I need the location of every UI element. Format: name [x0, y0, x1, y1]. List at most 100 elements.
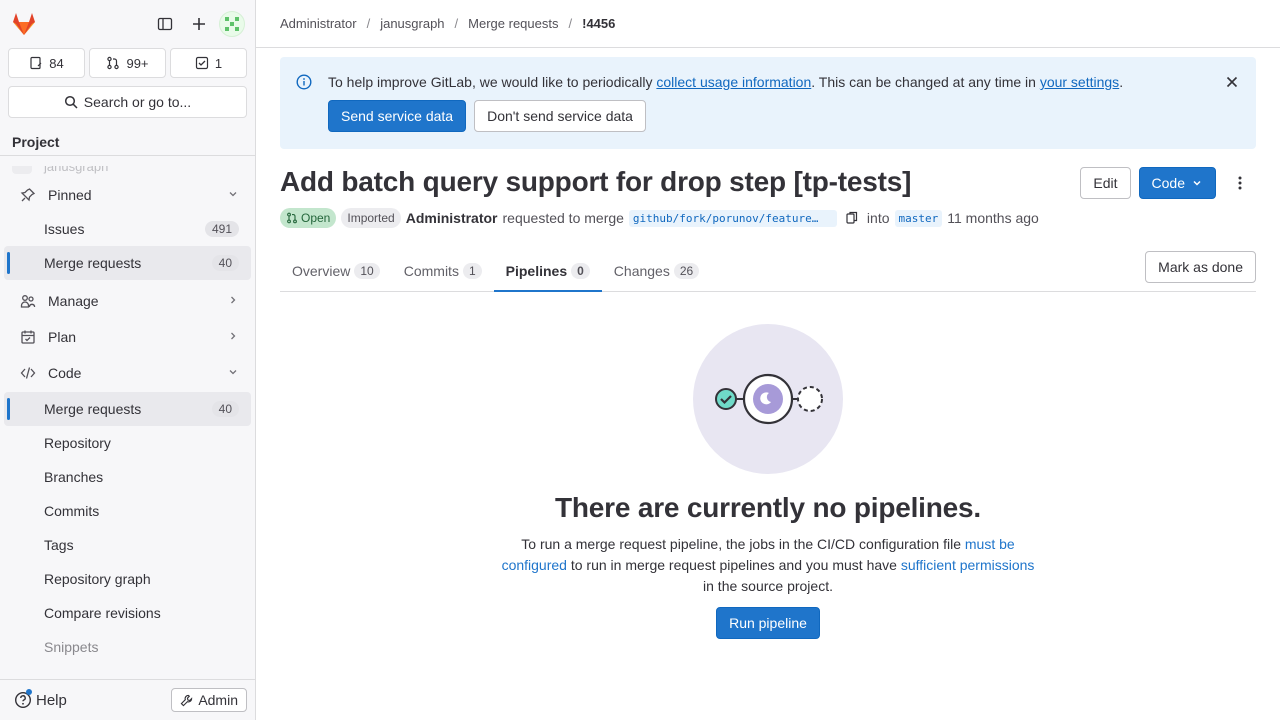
empty-state: There are currently no pipelines. To run… [280, 324, 1256, 639]
help-label: Help [36, 691, 67, 709]
sidebar-item-tags[interactable]: Tags [4, 528, 251, 562]
chevron-down-icon [227, 187, 239, 203]
alert-text: . This can be changed at any time in [811, 74, 1040, 90]
mark-as-done-button[interactable]: Mark as done [1145, 251, 1256, 283]
created-time: 11 months ago [947, 210, 1039, 226]
user-avatar[interactable] [219, 11, 245, 37]
sidebar-item-compare-revisions[interactable]: Compare revisions [4, 596, 251, 630]
collect-usage-link[interactable]: collect usage information [656, 74, 811, 90]
breadcrumb-item-administrator[interactable]: Administrator [280, 16, 357, 31]
status-label: Open [301, 211, 331, 225]
sidebar-item-repository-graph[interactable]: Repository graph [4, 562, 251, 596]
merge-requests-counter-button[interactable]: 99+ [89, 48, 166, 78]
todos-counter-button[interactable]: 1 [170, 48, 247, 78]
chevron-right-icon [227, 293, 239, 309]
alert-text: To help improve GitLab, we would like to… [328, 74, 657, 90]
create-new-icon[interactable] [185, 10, 213, 38]
sidebar-item-merge-requests[interactable]: Merge requests 40 [4, 392, 251, 426]
sufficient-permissions-link[interactable]: sufficient permissions [901, 557, 1035, 573]
code-label: Code [1151, 175, 1185, 191]
sidebar-project-item[interactable]: janusgraph [0, 166, 255, 174]
sidebar-item-pinned[interactable]: Pinned [4, 178, 251, 212]
calendar-icon [20, 329, 36, 345]
target-branch[interactable]: master [894, 209, 943, 227]
merge-requests-count: 99+ [126, 55, 149, 71]
gitlab-logo-icon[interactable] [10, 10, 38, 38]
breadcrumb-item-current[interactable]: !4456 [582, 16, 615, 31]
help-button[interactable]: Help [8, 689, 67, 709]
dont-send-service-data-button[interactable]: Don't send service data [474, 100, 646, 132]
sidebar-item-manage[interactable]: Manage [4, 284, 251, 318]
more-actions-icon[interactable] [1224, 167, 1256, 199]
tab-commits[interactable]: Commits 1 [392, 251, 494, 291]
tab-count: 26 [673, 263, 700, 279]
code-dropdown-button[interactable]: Code [1138, 167, 1216, 199]
copy-branch-icon[interactable] [842, 211, 862, 225]
source-branch[interactable]: github/fork/porunov/feature… [628, 209, 837, 227]
run-pipeline-button[interactable]: Run pipeline [716, 607, 820, 639]
edit-button[interactable]: Edit [1080, 167, 1131, 199]
main-content: Administrator / janusgraph / Merge reque… [256, 0, 1280, 720]
tab-overview[interactable]: Overview 10 [280, 251, 392, 291]
alert-message: To help improve GitLab, we would like to… [328, 72, 1240, 92]
project-avatar [12, 166, 32, 174]
count-badge: 40 [211, 401, 239, 417]
merge-request-icon [107, 56, 120, 70]
info-icon [296, 74, 312, 93]
chevron-right-icon [227, 329, 239, 345]
chevron-down-icon [1193, 180, 1201, 186]
status-badge: Open [280, 208, 337, 228]
sidebar-item-label: Code [48, 365, 82, 381]
sidebar-item-label: Branches [44, 469, 104, 485]
sidebar-item-label: Snippets [44, 639, 99, 655]
sidebar-item-plan[interactable]: Plan [4, 320, 251, 354]
issues-counter-button[interactable]: 84 [8, 48, 85, 78]
sidebar-item-issues[interactable]: Issues 491 [4, 212, 251, 246]
send-service-data-button[interactable]: Send service data [328, 100, 467, 132]
tab-label: Commits [403, 263, 459, 279]
breadcrumb-item-merge-requests[interactable]: Merge requests [468, 16, 558, 31]
author-link[interactable]: Administrator [406, 210, 498, 226]
users-icon [20, 293, 36, 309]
sidebar-nav: janusgraph Pinned Issues 491 Merge reque… [0, 166, 255, 679]
merge-request-open-icon [287, 212, 297, 224]
sidebar-item-code[interactable]: Code [4, 356, 251, 390]
wrench-icon [180, 694, 193, 706]
sidebar-item-branches[interactable]: Branches [4, 460, 251, 494]
count-badge: 491 [204, 221, 239, 237]
sidebar-item-label: Repository graph [44, 571, 151, 587]
search-icon [64, 95, 78, 109]
toggle-sidebar-icon[interactable] [151, 10, 179, 38]
pipeline-illustration-icon [693, 324, 843, 474]
breadcrumb-item-project[interactable]: janusgraph [380, 16, 444, 31]
usage-data-alert: To help improve GitLab, we would like to… [280, 57, 1256, 149]
sidebar-item-label: Manage [48, 293, 99, 309]
your-settings-link[interactable]: your settings [1040, 74, 1119, 90]
notification-dot [26, 689, 32, 695]
chevron-down-icon [227, 365, 239, 381]
count-badge: 40 [211, 255, 239, 271]
sidebar-item-label: Pinned [48, 187, 92, 203]
issues-count: 84 [49, 55, 64, 71]
tab-count: 10 [354, 263, 380, 279]
search-button[interactable]: Search or go to... [8, 86, 247, 118]
sidebar: 84 99+ 1 Search or go to... Project janu… [0, 0, 256, 720]
alert-text: . [1119, 74, 1124, 90]
close-icon[interactable] [1224, 74, 1240, 93]
sidebar-item-repository[interactable]: Repository [4, 426, 251, 460]
sidebar-item-commits[interactable]: Commits [4, 494, 251, 528]
breadcrumb: Administrator / janusgraph / Merge reque… [256, 0, 1280, 48]
sidebar-section-title: Project [0, 128, 255, 156]
mr-tabs: Overview 10 Commits 1 Pipelines 0 Changes 26… [280, 251, 1256, 292]
sidebar-item-snippets[interactable]: Snippets [4, 630, 251, 664]
todo-icon [195, 56, 208, 70]
issues-icon [30, 56, 42, 70]
sidebar-item-pinned-merge-requests[interactable]: Merge requests 40 [4, 246, 251, 280]
sidebar-item-label: Plan [48, 329, 77, 345]
breadcrumb-separator: / [366, 16, 371, 31]
tab-pipelines[interactable]: Pipelines 0 [493, 251, 602, 292]
admin-button[interactable]: Admin [171, 688, 247, 712]
tab-changes[interactable]: Changes 26 [602, 251, 711, 291]
tab-count: 1 [462, 263, 482, 279]
sidebar-counters: 84 99+ 1 [0, 48, 255, 78]
